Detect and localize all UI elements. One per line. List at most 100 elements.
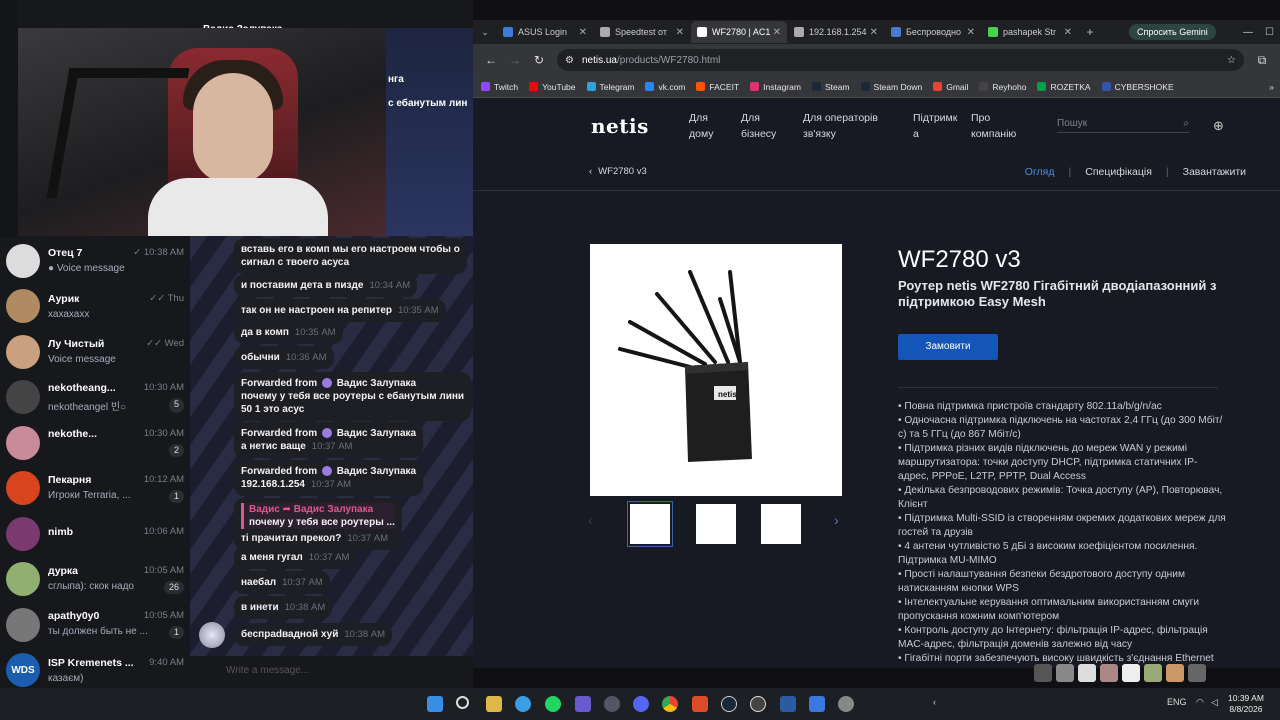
bookmark-item[interactable]: Instagram: [750, 82, 801, 92]
close-icon[interactable]: ✕: [676, 27, 684, 38]
site-info-icon[interactable]: ⚙: [565, 55, 574, 66]
tab-overview[interactable]: Огляд: [1025, 166, 1055, 178]
discord-icon[interactable]: [633, 696, 649, 712]
bookmark-item[interactable]: Twitch: [481, 82, 518, 92]
close-icon[interactable]: ✕: [870, 27, 878, 38]
tray-app-icon[interactable]: [1100, 664, 1118, 682]
nav-home[interactable]: Для дому: [689, 110, 721, 142]
breadcrumb[interactable]: WF2780 v3: [598, 166, 647, 177]
bookmark-item[interactable]: Steam Down: [860, 82, 922, 92]
order-button[interactable]: Замовити: [898, 334, 998, 360]
message-bubble[interactable]: и поставим дета в пизде 10:34 AM: [234, 274, 418, 297]
bookmark-item[interactable]: Gmail: [933, 82, 968, 92]
browser-tab[interactable]: Беспроводно ✕: [885, 21, 981, 43]
message-bubble[interactable]: обычни 10:36 AM: [234, 346, 334, 369]
forwarded-message[interactable]: Forwarded from Вадис Залупака а нетис ващ…: [234, 422, 424, 458]
start-icon[interactable]: [427, 696, 443, 712]
chat-item[interactable]: apathy0y0 10:05 AM ты должен быть не ...…: [0, 602, 190, 648]
bookmark-item[interactable]: CYBERSHOKE: [1101, 82, 1174, 92]
thumbnail-1[interactable]: [627, 501, 673, 547]
search-icon[interactable]: [456, 696, 469, 709]
browser-tab[interactable]: ASUS Login ✕: [497, 21, 593, 43]
app-icon[interactable]: [750, 696, 766, 712]
browser-tab[interactable]: WF2780 | AC1 ✕: [691, 21, 787, 43]
message-bubble[interactable]: Вадис ➦ Вадис Залупака почему у тебя все …: [234, 498, 402, 550]
bookmark-item[interactable]: YouTube: [529, 82, 576, 92]
message-bubble[interactable]: беспраdвадной хуй 10:38 AM: [234, 623, 393, 646]
app-icon[interactable]: [575, 696, 591, 712]
message-bubble[interactable]: вставь его в комп мы его настроем чтобы …: [234, 238, 467, 274]
message-bubble[interactable]: в инети 10:38 AM: [234, 596, 333, 619]
language-indicator[interactable]: ENG: [1167, 697, 1187, 707]
browser-tab[interactable]: pashapek Str ✕: [982, 21, 1078, 43]
forwarded-message[interactable]: Forwarded from Вадис Залупака 192.168.1.2…: [234, 460, 424, 496]
tab-search-icon[interactable]: ⌄: [473, 27, 497, 38]
chat-item[interactable]: Отец 7 ✓ 10:38 AM ● Voice message: [0, 238, 190, 284]
chat-item[interactable]: nekothe... 10:30 AM 2: [0, 420, 190, 466]
message-input[interactable]: Write a message...: [190, 656, 473, 688]
close-icon[interactable]: ✕: [1064, 27, 1072, 38]
thumbnail-3[interactable]: [759, 502, 803, 546]
tray-app-icon[interactable]: [1144, 664, 1162, 682]
nav-about[interactable]: Про компанію: [971, 110, 1025, 142]
url-field[interactable]: ⚙ netis.ua/products/WF2780.html ☆: [557, 49, 1244, 71]
extensions-icon[interactable]: ⧉: [1250, 53, 1274, 68]
thumb-next-icon[interactable]: ›: [834, 512, 839, 528]
netis-logo[interactable]: netis: [591, 114, 689, 138]
chat-item[interactable]: Аурик ✓✓ Thu хахахахх: [0, 284, 190, 330]
tab-download[interactable]: Завантажити: [1183, 166, 1246, 178]
browser-tab[interactable]: 192.168.1.254 ✕: [788, 21, 884, 43]
close-icon[interactable]: ✕: [579, 27, 587, 38]
bookmark-item[interactable]: Steam: [811, 82, 850, 92]
steam-icon[interactable]: [721, 696, 737, 712]
chat-item[interactable]: Пекарня 10:12 AM Игроки Terraria, ... 1: [0, 466, 190, 512]
tray-app-icon[interactable]: [1078, 664, 1096, 682]
site-search[interactable]: Пошук ⌕: [1057, 118, 1189, 133]
forward-icon[interactable]: →: [503, 53, 527, 67]
message-bubble[interactable]: а меня гугал 10:37 AM: [234, 546, 357, 569]
message-bubble[interactable]: наебал 10:37 AM: [234, 571, 330, 594]
chrome-icon[interactable]: [662, 696, 678, 712]
thumbnail-2[interactable]: [694, 502, 738, 546]
chat-item[interactable]: nekotheang... 10:30 AM nekotheangel 빈○ 5: [0, 375, 190, 421]
breadcrumb-back-icon[interactable]: ‹: [589, 166, 592, 177]
search-icon[interactable]: ⌕: [1183, 118, 1189, 129]
product-image[interactable]: netis: [590, 244, 842, 496]
language-globe-icon[interactable]: ⊕: [1213, 118, 1224, 134]
bookmark-star-icon[interactable]: ☆: [1227, 55, 1236, 66]
tab-specification[interactable]: Специфікація: [1085, 166, 1152, 178]
message-bubble[interactable]: так он не настроен на репитер 10:35 AM: [234, 299, 446, 322]
settings-icon[interactable]: [838, 696, 854, 712]
clock[interactable]: 10:39 AM 8/8/2026: [1228, 693, 1264, 715]
minimize-icon[interactable]: —: [1243, 27, 1253, 38]
nav-operators[interactable]: Для операторів зв'язку: [803, 110, 893, 142]
tray-app-icon[interactable]: [1166, 664, 1184, 682]
tray-app-icon[interactable]: [1034, 664, 1052, 682]
message-bubble[interactable]: да в комп 10:35 AM: [234, 321, 343, 344]
nav-business[interactable]: Для бізнесу: [741, 110, 783, 142]
chat-item[interactable]: дурка 10:05 AM сглыпа): скок надо 26: [0, 557, 190, 603]
bookmark-item[interactable]: vk.com: [645, 82, 685, 92]
brave-icon[interactable]: [692, 696, 708, 712]
bookmarks-overflow-icon[interactable]: »: [1269, 82, 1280, 92]
file-explorer-icon[interactable]: [486, 696, 502, 712]
tray-app-icon[interactable]: [1188, 664, 1206, 682]
back-icon[interactable]: ←: [479, 53, 503, 67]
spotify-icon[interactable]: [545, 696, 561, 712]
bookmark-item[interactable]: Telegram: [586, 82, 634, 92]
bookmark-item[interactable]: FACEIT: [696, 82, 739, 92]
volume-icon[interactable]: ◁: [1211, 697, 1218, 708]
bookmark-item[interactable]: Reyhoho: [979, 82, 1026, 92]
app-icon[interactable]: [604, 696, 620, 712]
terminal-icon[interactable]: [780, 696, 796, 712]
reload-icon[interactable]: ↻: [527, 53, 551, 67]
chat-item[interactable]: WDS ISP Kremenets ... 9:40 AM казаєм): [0, 648, 190, 689]
tray-overflow-icon[interactable]: ‹: [933, 697, 936, 707]
edge-icon[interactable]: [515, 696, 531, 712]
chat-item[interactable]: nimb 10:06 AM: [0, 511, 190, 557]
wifi-icon[interactable]: ◠: [1196, 697, 1204, 708]
nav-support[interactable]: Підтримк а: [913, 110, 957, 142]
thumb-prev-icon[interactable]: ‹: [588, 512, 593, 528]
tray-app-icon[interactable]: [1122, 664, 1140, 682]
forwarded-message[interactable]: Forwarded from Вадис Залупака почему у те…: [234, 372, 472, 421]
